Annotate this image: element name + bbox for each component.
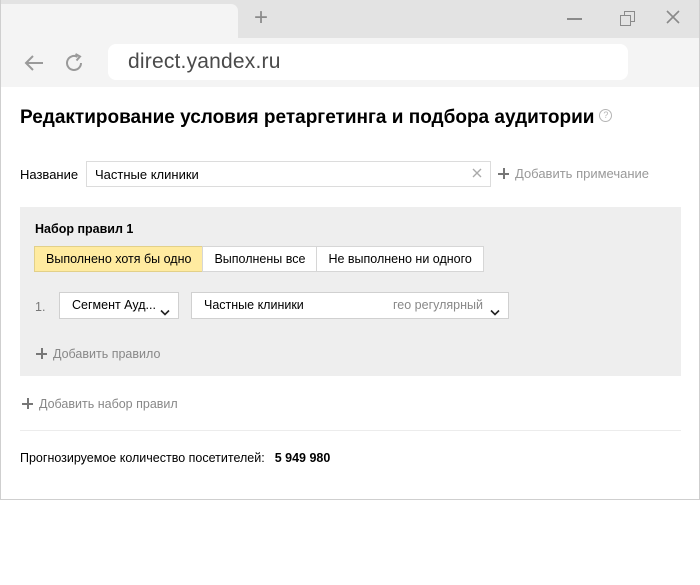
chevron-down-icon [490,301,500,316]
back-arrow-icon[interactable] [22,51,46,75]
segment-select[interactable]: Частные клиники гео регулярный [191,292,509,319]
plus-icon [498,168,509,179]
mode-any-button[interactable]: Выполнено хотя бы одно [34,246,204,272]
rule-type-value: Сегмент Ауд... [72,298,156,312]
name-input-value: Частные клиники [95,167,199,182]
forecast-value: 5 949 980 [274,451,331,465]
add-note-label: Добавить примечание [515,166,650,181]
ruleset-title: Набор правил 1 [35,222,134,236]
browser-window: + direct.yandex.ru Редактирование услови… [0,0,700,500]
new-tab-icon[interactable]: + [250,6,272,30]
name-label: Название [20,167,79,182]
address-bar: direct.yandex.ru [1,38,699,87]
forecast-label: Прогнозируемое количество посетителей: [20,451,265,465]
mode-none-button[interactable]: Не выполнено ни одного [316,246,484,272]
segment-hint: гео регулярный [393,298,483,312]
segment-value: Частные клиники [204,298,304,312]
add-note-button[interactable]: Добавить примечание [498,166,649,181]
close-window-icon[interactable] [662,8,684,28]
url-text: direct.yandex.ru [128,50,281,73]
rule-number: 1. [35,300,46,314]
url-field[interactable]: direct.yandex.ru [108,44,628,80]
reload-icon[interactable] [63,51,87,75]
divider [20,430,681,431]
page-title-text: Редактирование условия ретаргетинга и по… [20,107,595,128]
restore-icon[interactable] [617,8,639,28]
help-icon[interactable]: ? [599,109,613,122]
add-rule-button[interactable]: Добавить правило [36,347,160,361]
forecast: Прогнозируемое количество посетителей: 5 … [20,451,330,465]
plus-icon [36,348,47,359]
add-ruleset-label: Добавить набор правил [39,397,178,411]
browser-tab[interactable] [1,4,238,38]
ruleset-panel: Набор правил 1 Выполнено хотя бы одно Вы… [20,207,681,376]
mode-all-button[interactable]: Выполнены все [202,246,318,272]
add-ruleset-button[interactable]: Добавить набор правил [22,397,178,411]
plus-icon [22,398,33,409]
add-rule-label: Добавить правило [53,347,161,361]
clear-icon[interactable] [470,166,484,180]
minimize-icon[interactable] [564,8,586,28]
rule-type-select[interactable]: Сегмент Ауд... [59,292,179,319]
chevron-down-icon [160,301,170,316]
name-input[interactable]: Частные клиники [86,161,491,187]
tab-bar: + [1,0,699,38]
ruleset-mode-selector: Выполнено хотя бы одно Выполнены все Не … [34,246,484,272]
page-title: Редактирование условия ретаргетинга и по… [20,107,613,129]
